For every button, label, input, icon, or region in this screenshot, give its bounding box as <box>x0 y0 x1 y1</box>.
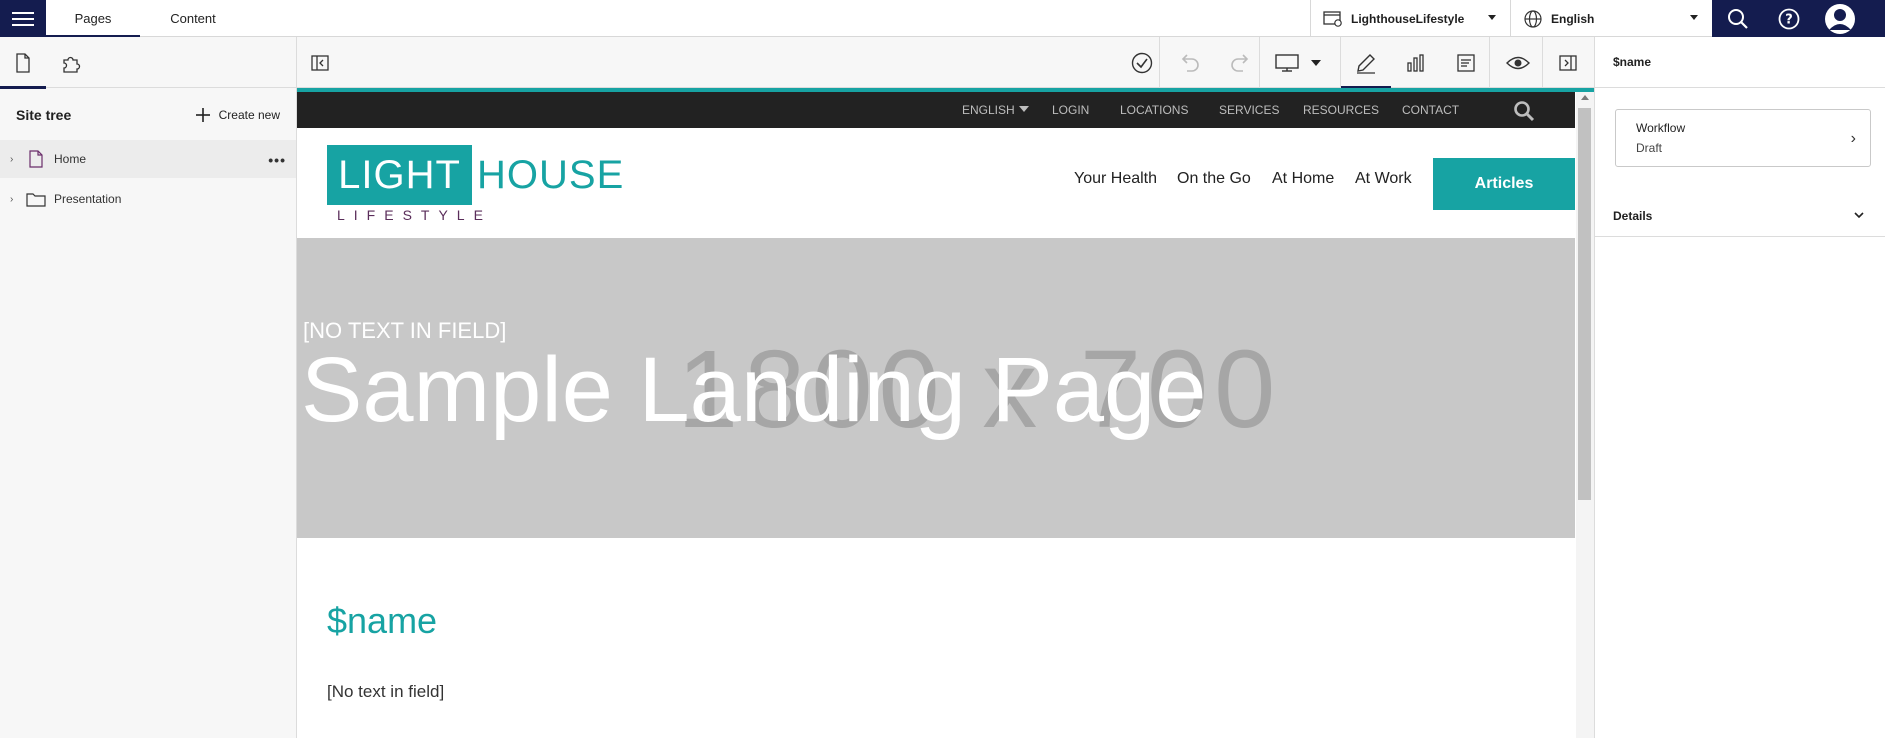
site-search-icon[interactable] <box>1513 100 1535 127</box>
redo-icon[interactable] <box>1215 37 1265 88</box>
desktop-icon <box>1275 53 1299 72</box>
top-bar: Pages Content LighthouseLifestyle Englis… <box>0 0 1885 38</box>
site-nav-locations[interactable]: LOCATIONS <box>1120 103 1188 117</box>
form-icon[interactable] <box>1441 37 1491 88</box>
svg-text:?: ? <box>1785 12 1793 27</box>
page-icon[interactable] <box>0 37 46 89</box>
right-panel-title: $name <box>1595 37 1885 88</box>
tab-pages-label: Pages <box>74 11 112 26</box>
tab-content-label: Content <box>170 11 216 26</box>
site-tree-header: Site tree Create new <box>16 103 280 127</box>
main-nav-your-health[interactable]: Your Health <box>1074 170 1157 188</box>
details-section-toggle[interactable]: Details <box>1595 195 1885 237</box>
globe-icon <box>1524 9 1542 28</box>
workflow-status: Draft <box>1636 141 1663 155</box>
workflow-label: Workflow <box>1636 121 1686 135</box>
editor-canvas[interactable]: ENGLISH LOGIN LOCATIONS SERVICES RESOURC… <box>297 88 1594 738</box>
main-nav-at-work[interactable]: At Work <box>1355 170 1412 188</box>
workflow-card[interactable]: Workflow Draft › <box>1615 109 1871 167</box>
logo-lifestyle: LIFESTYLE <box>337 207 492 223</box>
chevron-down-icon <box>1690 15 1698 20</box>
left-panel-tabs <box>0 37 296 89</box>
site-nav-login[interactable]: LOGIN <box>1052 103 1089 117</box>
logo-house: HOUSE <box>477 152 625 197</box>
language-selector[interactable]: English <box>1510 0 1712 37</box>
eye-icon[interactable] <box>1493 37 1543 88</box>
site-language-link[interactable]: ENGLISH <box>962 103 1029 117</box>
caret-down-icon <box>1018 106 1029 112</box>
chevron-down-icon <box>1854 212 1864 219</box>
collapse-right-panel-icon[interactable] <box>1545 37 1591 88</box>
site-nav-services[interactable]: SERVICES <box>1219 103 1279 117</box>
details-label: Details <box>1613 208 1653 223</box>
folder-icon <box>26 190 46 208</box>
tree-item-home[interactable]: › Home ••• <box>0 140 296 178</box>
chevron-down-icon <box>1311 59 1321 66</box>
scroll-up-icon[interactable] <box>1581 95 1589 100</box>
search-icon[interactable] <box>1712 0 1763 37</box>
site-header: LIGHT HOUSE LIFESTYLE Your Health On the… <box>297 128 1575 238</box>
chevron-right-icon[interactable]: › <box>10 194 18 205</box>
right-panel: $name Workflow Draft › Details <box>1594 37 1885 738</box>
create-new-button[interactable]: Create new <box>195 107 280 123</box>
articles-button[interactable]: Articles <box>1433 158 1575 210</box>
site-nav-contact[interactable]: CONTACT <box>1402 103 1459 117</box>
canvas-scrollbar-thumb[interactable] <box>1578 108 1591 500</box>
editor-toolbar <box>297 37 1594 89</box>
create-new-label: Create new <box>218 108 280 122</box>
chevron-right-icon: › <box>1850 130 1856 147</box>
pencil-icon[interactable] <box>1341 37 1391 89</box>
content-body[interactable]: [No text in field] <box>327 682 444 702</box>
top-right-actions: ? <box>1712 0 1885 37</box>
page-icon <box>26 150 46 168</box>
plus-icon <box>195 108 210 122</box>
tab-pages[interactable]: Pages <box>46 0 140 38</box>
tree-item-label: Presentation <box>54 192 122 206</box>
puzzle-icon[interactable] <box>48 37 94 88</box>
hero-title[interactable]: Sample Landing Page <box>301 338 1206 443</box>
main-nav-on-the-go[interactable]: On the Go <box>1177 170 1251 188</box>
more-icon[interactable]: ••• <box>268 152 286 168</box>
site-nav-resources[interactable]: RESOURCES <box>1303 103 1379 117</box>
tree-item-label: Home <box>54 152 87 166</box>
tree-item-presentation[interactable]: › Presentation <box>0 180 296 218</box>
left-panel: Site tree Create new › Home ••• › Presen… <box>0 37 297 738</box>
device-selector[interactable] <box>1263 37 1333 88</box>
avatar-icon[interactable] <box>1814 0 1865 37</box>
site-icon <box>1323 10 1342 27</box>
help-icon[interactable]: ? <box>1763 0 1814 37</box>
chevron-down-icon <box>1488 15 1496 20</box>
hamburger-menu-icon[interactable] <box>0 0 46 37</box>
site-logo[interactable]: LIGHT HOUSE LIFESTYLE <box>327 145 623 223</box>
hero-banner[interactable]: 1800 x 700 [NO TEXT IN FIELD] Sample Lan… <box>297 238 1575 538</box>
bar-chart-icon[interactable] <box>1391 37 1441 88</box>
site-utility-nav: ENGLISH LOGIN LOCATIONS SERVICES RESOURC… <box>297 92 1575 128</box>
logo-light: LIGHT <box>327 145 472 205</box>
site-tree-title: Site tree <box>16 107 72 123</box>
site-selector[interactable]: LighthouseLifestyle <box>1310 0 1510 37</box>
collapse-left-panel-icon[interactable] <box>303 37 337 88</box>
language-selector-label: English <box>1551 11 1595 26</box>
tab-content[interactable]: Content <box>150 0 236 37</box>
site-selector-label: LighthouseLifestyle <box>1351 11 1465 26</box>
main-nav-at-home[interactable]: At Home <box>1272 170 1334 188</box>
undo-icon[interactable] <box>1165 37 1215 88</box>
content-title[interactable]: $name <box>327 600 437 642</box>
chevron-right-icon[interactable]: › <box>10 154 18 165</box>
